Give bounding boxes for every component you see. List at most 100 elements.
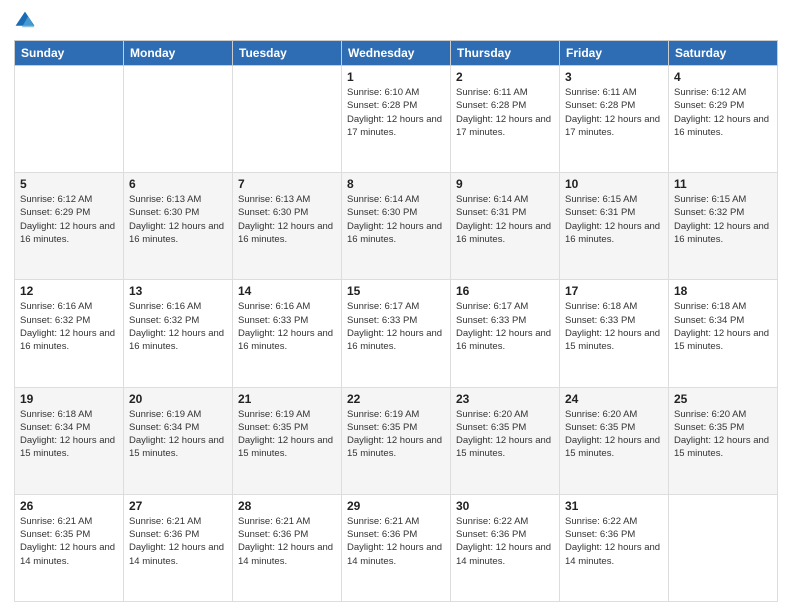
day-number: 11: [674, 177, 772, 191]
day-number: 27: [129, 499, 227, 513]
calendar-cell: 27 Sunrise: 6:21 AM Sunset: 6:36 PM Dayli…: [124, 494, 233, 601]
calendar-cell: 12 Sunrise: 6:16 AM Sunset: 6:32 PM Dayli…: [15, 280, 124, 387]
day-number: 18: [674, 284, 772, 298]
day-info: Sunrise: 6:21 AM Sunset: 6:36 PM Dayligh…: [347, 515, 445, 568]
day-of-week-header: Thursday: [451, 41, 560, 66]
day-info: Sunrise: 6:12 AM Sunset: 6:29 PM Dayligh…: [20, 193, 118, 246]
day-info: Sunrise: 6:11 AM Sunset: 6:28 PM Dayligh…: [456, 86, 554, 139]
day-number: 1: [347, 70, 445, 84]
calendar-cell: 28Sunrise: 6:21 AM Sunset: 6:36 PM Dayli…: [233, 494, 342, 601]
calendar-cell: 2 Sunrise: 6:11 AM Sunset: 6:28 PM Daylig…: [451, 66, 560, 173]
day-info: Sunrise: 6:19 AM Sunset: 6:35 PM Dayligh…: [238, 408, 336, 461]
day-info: Sunrise: 6:22 AM Sunset: 6:36 PM Dayligh…: [456, 515, 554, 568]
calendar-cell: 22 Sunrise: 6:19 AM Sunset: 6:35 PM Dayli…: [342, 387, 451, 494]
day-number: 12: [20, 284, 118, 298]
calendar-cell: 7Sunrise: 6:13 AM Sunset: 6:30 PM Daylig…: [233, 173, 342, 280]
day-info: Sunrise: 6:13 AM Sunset: 6:30 PM Dayligh…: [129, 193, 227, 246]
calendar-cell: 3 Sunrise: 6:11 AM Sunset: 6:28 PM Daylig…: [560, 66, 669, 173]
day-number: 20: [129, 392, 227, 406]
calendar-cell: [669, 494, 778, 601]
day-info: Sunrise: 6:18 AM Sunset: 6:34 PM Dayligh…: [674, 300, 772, 353]
calendar-cell: 5 Sunrise: 6:12 AM Sunset: 6:29 PM Daylig…: [15, 173, 124, 280]
calendar-cell: 31Sunrise: 6:22 AM Sunset: 6:36 PM Dayli…: [560, 494, 669, 601]
day-number: 31: [565, 499, 663, 513]
day-number: 22: [347, 392, 445, 406]
calendar-table: SundayMondayTuesdayWednesdayThursdayFrid…: [14, 40, 778, 602]
calendar-cell: 25 Sunrise: 6:20 AM Sunset: 6:35 PM Dayli…: [669, 387, 778, 494]
calendar-cell: 11 Sunrise: 6:15 AM Sunset: 6:32 PM Dayli…: [669, 173, 778, 280]
calendar-cell: 18 Sunrise: 6:18 AM Sunset: 6:34 PM Dayli…: [669, 280, 778, 387]
day-info: Sunrise: 6:20 AM Sunset: 6:35 PM Dayligh…: [456, 408, 554, 461]
day-info: Sunrise: 6:11 AM Sunset: 6:28 PM Dayligh…: [565, 86, 663, 139]
day-number: 2: [456, 70, 554, 84]
day-info: Sunrise: 6:19 AM Sunset: 6:35 PM Dayligh…: [347, 408, 445, 461]
day-info: Sunrise: 6:16 AM Sunset: 6:32 PM Dayligh…: [129, 300, 227, 353]
day-info: Sunrise: 6:14 AM Sunset: 6:30 PM Dayligh…: [347, 193, 445, 246]
calendar-cell: [233, 66, 342, 173]
logo-icon: [14, 10, 36, 32]
calendar-cell: 23 Sunrise: 6:20 AM Sunset: 6:35 PM Dayli…: [451, 387, 560, 494]
day-info: Sunrise: 6:21 AM Sunset: 6:35 PM Dayligh…: [20, 515, 118, 568]
calendar-cell: 24 Sunrise: 6:20 AM Sunset: 6:35 PM Dayli…: [560, 387, 669, 494]
day-info: Sunrise: 6:15 AM Sunset: 6:31 PM Dayligh…: [565, 193, 663, 246]
day-info: Sunrise: 6:19 AM Sunset: 6:34 PM Dayligh…: [129, 408, 227, 461]
calendar-cell: 4 Sunrise: 6:12 AM Sunset: 6:29 PM Daylig…: [669, 66, 778, 173]
calendar-cell: 26 Sunrise: 6:21 AM Sunset: 6:35 PM Dayli…: [15, 494, 124, 601]
calendar-cell: 20 Sunrise: 6:19 AM Sunset: 6:34 PM Dayli…: [124, 387, 233, 494]
day-info: Sunrise: 6:20 AM Sunset: 6:35 PM Dayligh…: [674, 408, 772, 461]
day-number: 28: [238, 499, 336, 513]
day-of-week-header: Monday: [124, 41, 233, 66]
day-number: 13: [129, 284, 227, 298]
day-number: 26: [20, 499, 118, 513]
day-of-week-header: Tuesday: [233, 41, 342, 66]
day-number: 8: [347, 177, 445, 191]
day-number: 24: [565, 392, 663, 406]
calendar-cell: 29 Sunrise: 6:21 AM Sunset: 6:36 PM Dayli…: [342, 494, 451, 601]
day-number: 3: [565, 70, 663, 84]
day-info: Sunrise: 6:12 AM Sunset: 6:29 PM Dayligh…: [674, 86, 772, 139]
calendar-cell: 13 Sunrise: 6:16 AM Sunset: 6:32 PM Dayli…: [124, 280, 233, 387]
day-info: Sunrise: 6:20 AM Sunset: 6:35 PM Dayligh…: [565, 408, 663, 461]
calendar-cell: 1 Sunrise: 6:10 AM Sunset: 6:28 PM Daylig…: [342, 66, 451, 173]
calendar-cell: 8 Sunrise: 6:14 AM Sunset: 6:30 PM Daylig…: [342, 173, 451, 280]
calendar-cell: 10Sunrise: 6:15 AM Sunset: 6:31 PM Dayli…: [560, 173, 669, 280]
day-number: 6: [129, 177, 227, 191]
day-number: 25: [674, 392, 772, 406]
day-number: 5: [20, 177, 118, 191]
day-of-week-header: Friday: [560, 41, 669, 66]
day-info: Sunrise: 6:21 AM Sunset: 6:36 PM Dayligh…: [129, 515, 227, 568]
calendar-cell: 30 Sunrise: 6:22 AM Sunset: 6:36 PM Dayli…: [451, 494, 560, 601]
day-of-week-header: Wednesday: [342, 41, 451, 66]
day-number: 4: [674, 70, 772, 84]
day-info: Sunrise: 6:18 AM Sunset: 6:34 PM Dayligh…: [20, 408, 118, 461]
day-info: Sunrise: 6:17 AM Sunset: 6:33 PM Dayligh…: [456, 300, 554, 353]
calendar-cell: 19Sunrise: 6:18 AM Sunset: 6:34 PM Dayli…: [15, 387, 124, 494]
calendar-cell: 15Sunrise: 6:17 AM Sunset: 6:33 PM Dayli…: [342, 280, 451, 387]
day-number: 17: [565, 284, 663, 298]
day-info: Sunrise: 6:16 AM Sunset: 6:33 PM Dayligh…: [238, 300, 336, 353]
day-of-week-header: Sunday: [15, 41, 124, 66]
day-info: Sunrise: 6:18 AM Sunset: 6:33 PM Dayligh…: [565, 300, 663, 353]
day-number: 23: [456, 392, 554, 406]
calendar-cell: [15, 66, 124, 173]
calendar-cell: [124, 66, 233, 173]
day-info: Sunrise: 6:14 AM Sunset: 6:31 PM Dayligh…: [456, 193, 554, 246]
calendar-cell: 21Sunrise: 6:19 AM Sunset: 6:35 PM Dayli…: [233, 387, 342, 494]
day-number: 9: [456, 177, 554, 191]
logo: [14, 10, 39, 32]
day-info: Sunrise: 6:10 AM Sunset: 6:28 PM Dayligh…: [347, 86, 445, 139]
day-number: 7: [238, 177, 336, 191]
calendar-cell: 6 Sunrise: 6:13 AM Sunset: 6:30 PM Daylig…: [124, 173, 233, 280]
calendar-cell: 16 Sunrise: 6:17 AM Sunset: 6:33 PM Dayli…: [451, 280, 560, 387]
day-number: 29: [347, 499, 445, 513]
day-number: 16: [456, 284, 554, 298]
calendar-cell: 17 Sunrise: 6:18 AM Sunset: 6:33 PM Dayli…: [560, 280, 669, 387]
day-number: 30: [456, 499, 554, 513]
day-info: Sunrise: 6:16 AM Sunset: 6:32 PM Dayligh…: [20, 300, 118, 353]
calendar-cell: 14 Sunrise: 6:16 AM Sunset: 6:33 PM Dayli…: [233, 280, 342, 387]
day-number: 14: [238, 284, 336, 298]
day-info: Sunrise: 6:15 AM Sunset: 6:32 PM Dayligh…: [674, 193, 772, 246]
calendar-cell: 9 Sunrise: 6:14 AM Sunset: 6:31 PM Daylig…: [451, 173, 560, 280]
page-header: [14, 10, 778, 32]
day-number: 15: [347, 284, 445, 298]
